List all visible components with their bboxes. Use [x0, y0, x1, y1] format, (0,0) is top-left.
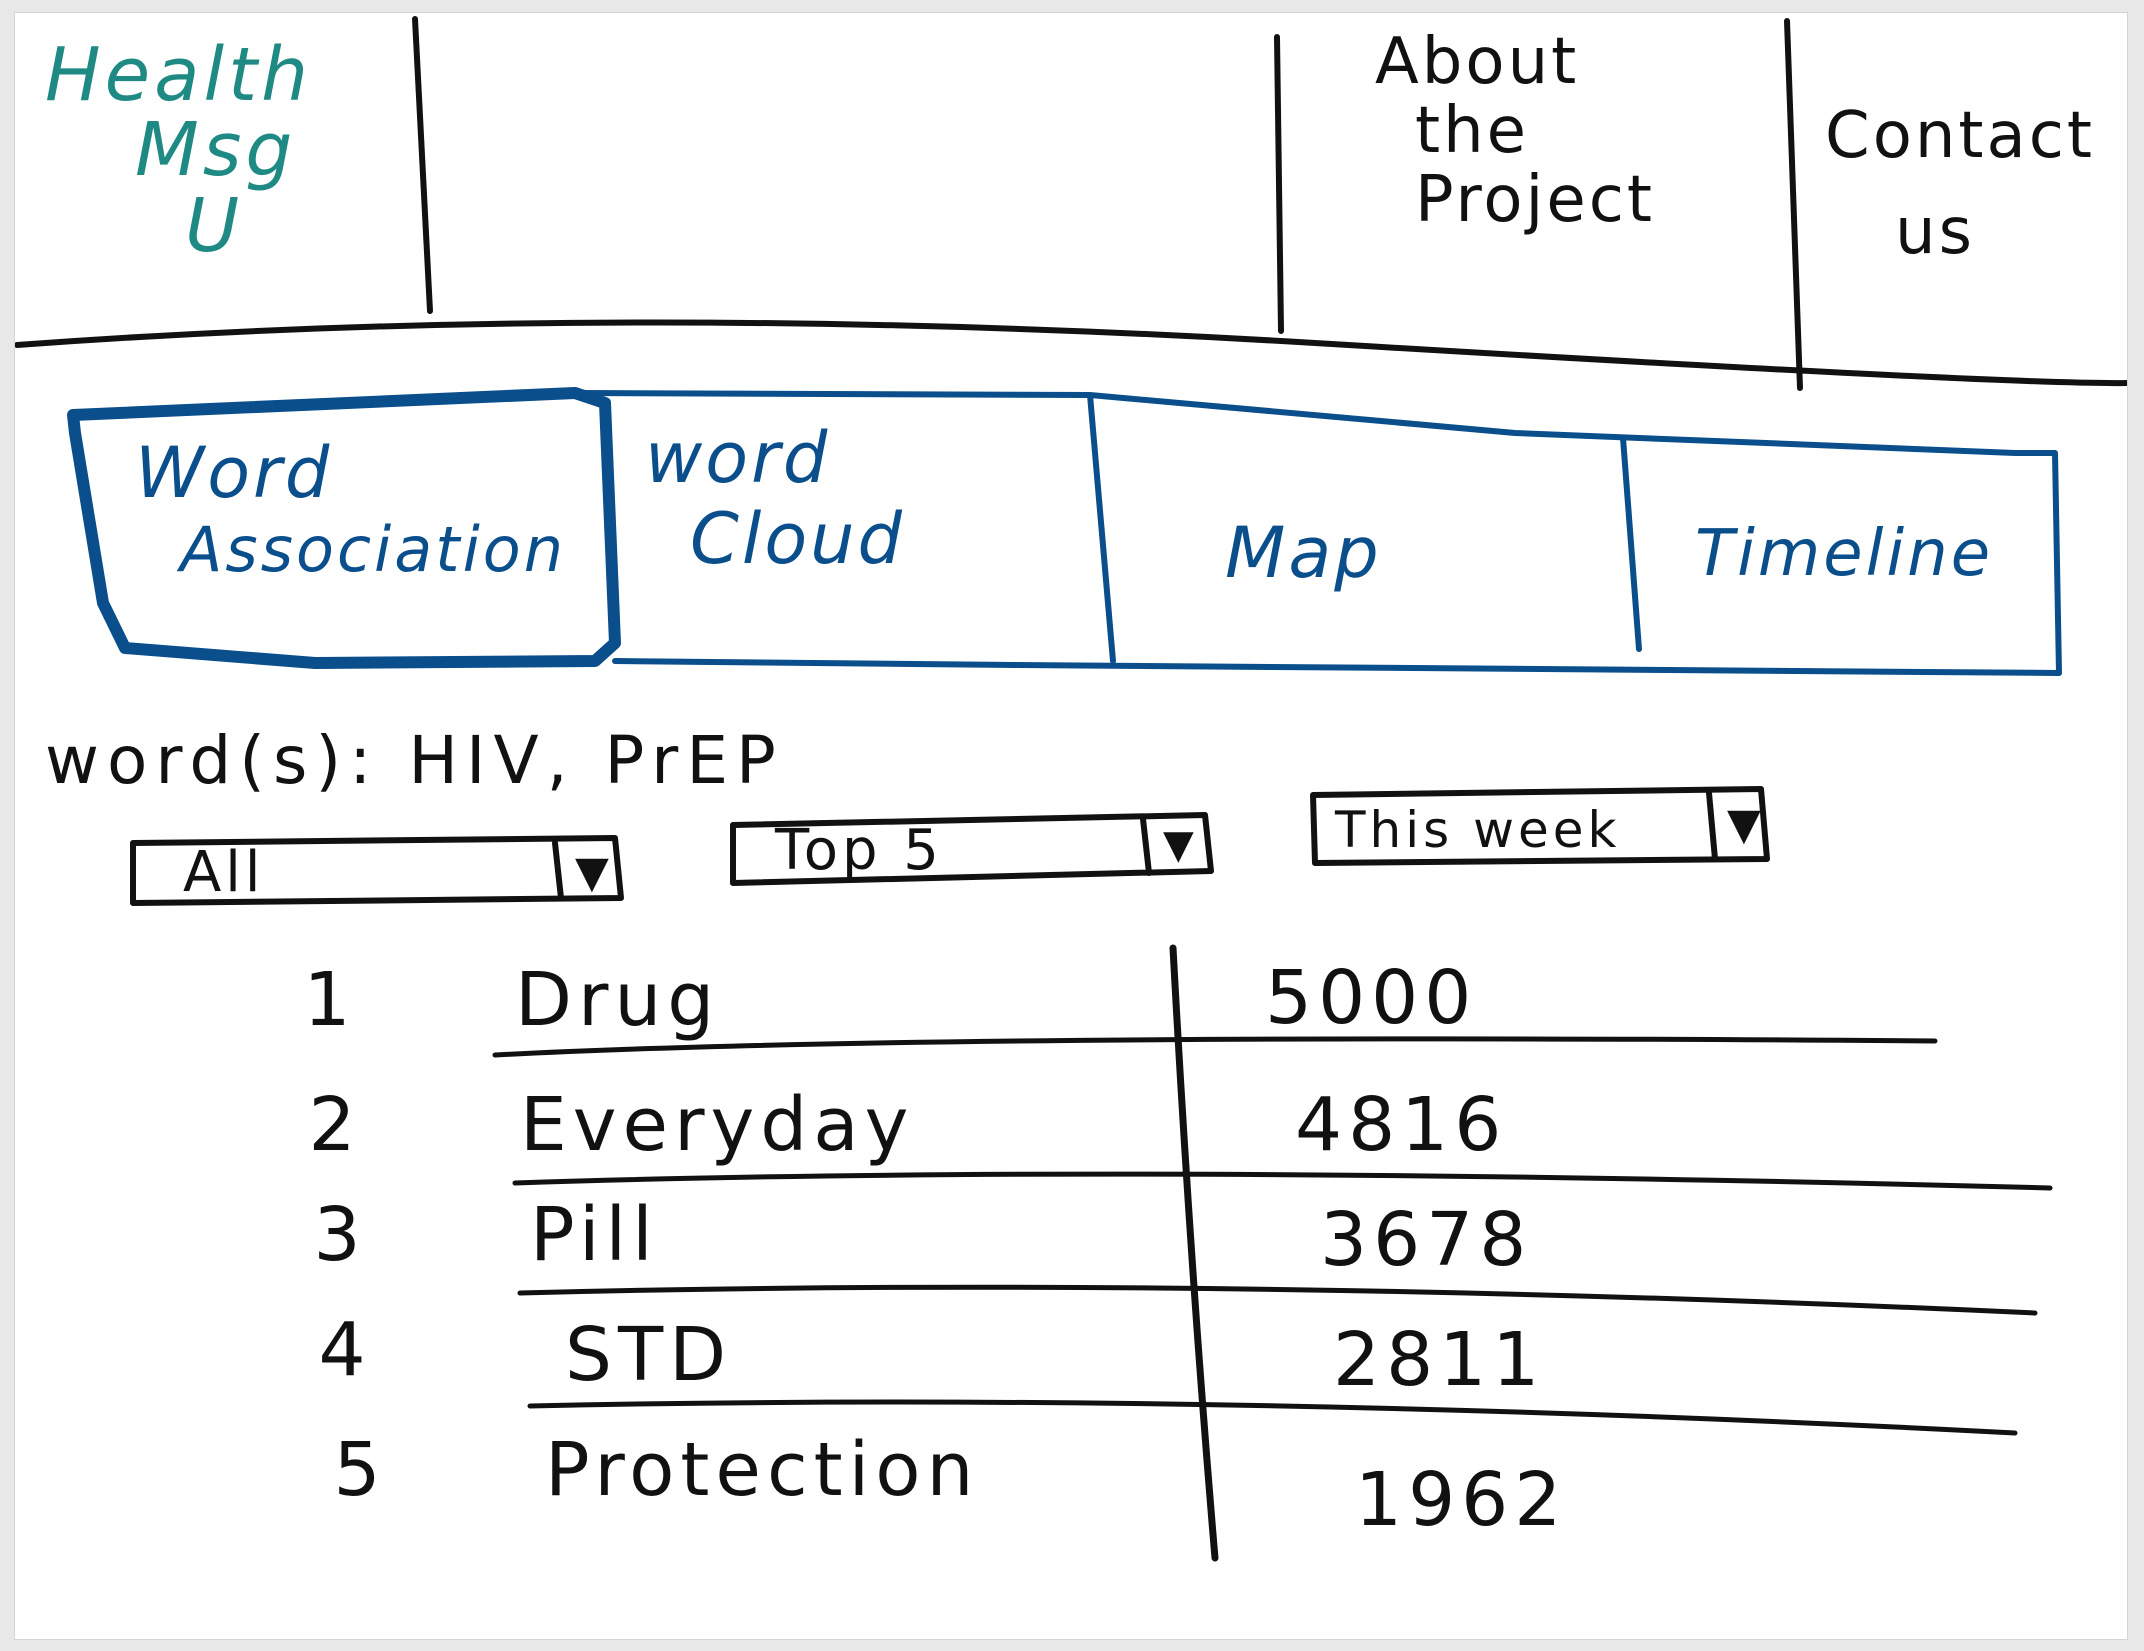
- table-row-line-3: [517, 1284, 2038, 1316]
- dropdown-week-sep: [1706, 790, 1718, 862]
- nav-divider-2: [1274, 34, 1284, 334]
- chevron-down-icon[interactable]: ▼: [1727, 803, 1761, 847]
- row-count: 4816: [1295, 1082, 1508, 1168]
- chevron-down-icon[interactable]: ▼: [575, 851, 609, 895]
- words-value: HIV, PrEP: [408, 722, 784, 799]
- nav-link-contact[interactable]: Contact us: [1825, 88, 2095, 280]
- dropdown-limit[interactable]: Top 5: [775, 823, 943, 879]
- row-word: Pill: [530, 1192, 659, 1278]
- nav-link-about[interactable]: About the Project: [1375, 25, 1655, 238]
- row-word: Protection: [545, 1427, 980, 1513]
- tab-word-association[interactable]: Word Association: [135, 433, 566, 585]
- dropdown-timeframe[interactable]: This week: [1335, 805, 1620, 855]
- row-count: 3678: [1320, 1197, 1533, 1283]
- dropdown-category-value: All: [183, 840, 265, 905]
- contact-line-2: us: [1895, 195, 1975, 269]
- table-row-line-2: [512, 1171, 2053, 1191]
- row-rank: 5: [333, 1427, 387, 1513]
- row-count: 5000: [1265, 955, 1478, 1041]
- dropdown-category[interactable]: All: [183, 845, 264, 901]
- tab-timeline-line-1: Timeline: [1695, 517, 1994, 591]
- dropdown-all-sep: [552, 840, 564, 901]
- tab-map-line-1: Map: [1225, 512, 1382, 594]
- contact-line-1: Contact: [1825, 99, 2095, 173]
- row-rank: 3: [313, 1192, 367, 1278]
- row-count: 1962: [1355, 1457, 1568, 1543]
- tab-divider-1: [1087, 392, 1116, 664]
- row-rank: 2: [308, 1082, 362, 1168]
- nav-divider-3: [1784, 18, 1803, 391]
- sketch-canvas: Health Msg U About the Project Contact u…: [14, 12, 2128, 1640]
- row-rank: 1: [303, 957, 357, 1043]
- tab-divider-2: [1620, 435, 1642, 652]
- words-label: word(s):: [45, 722, 380, 799]
- tab-word-association-line-2: Association: [180, 512, 567, 586]
- row-count: 2811: [1333, 1317, 1546, 1403]
- row-word: STD: [565, 1312, 733, 1398]
- tab-word-association-line-1: Word: [135, 432, 333, 514]
- dropdown-top-sep: [1140, 816, 1152, 876]
- logo-line-3: U: [185, 182, 244, 269]
- about-line-3: Project: [1415, 163, 1655, 238]
- row-word: Drug: [515, 957, 721, 1043]
- sketch-strokes: [15, 16, 2127, 1562]
- site-logo[interactable]: Health Msg U: [45, 32, 312, 269]
- about-line-2: the: [1415, 94, 1530, 169]
- nav-bottom-border: [15, 319, 2127, 387]
- tab-word-cloud-line-1: word: [645, 417, 831, 499]
- tab-word-cloud[interactable]: word Cloud: [645, 418, 905, 579]
- dropdown-timeframe-value: This week: [1335, 801, 1621, 859]
- row-word: Everyday: [520, 1082, 915, 1168]
- chevron-down-icon[interactable]: ▼: [1163, 825, 1194, 865]
- dropdown-limit-value: Top 5: [775, 818, 943, 883]
- about-line-1: About: [1375, 25, 1580, 99]
- words-filter[interactable]: word(s): HIV, PrEP: [45, 728, 784, 794]
- tab-map[interactable]: Map: [1225, 513, 1382, 594]
- nav-divider-1: [412, 16, 433, 314]
- tab-word-cloud-line-2: Cloud: [690, 497, 905, 580]
- tab-timeline[interactable]: Timeline: [1695, 517, 1994, 592]
- row-rank: 4: [318, 1307, 372, 1393]
- logo-line-2: Msg: [135, 107, 297, 194]
- logo-line-1: Health: [45, 32, 312, 118]
